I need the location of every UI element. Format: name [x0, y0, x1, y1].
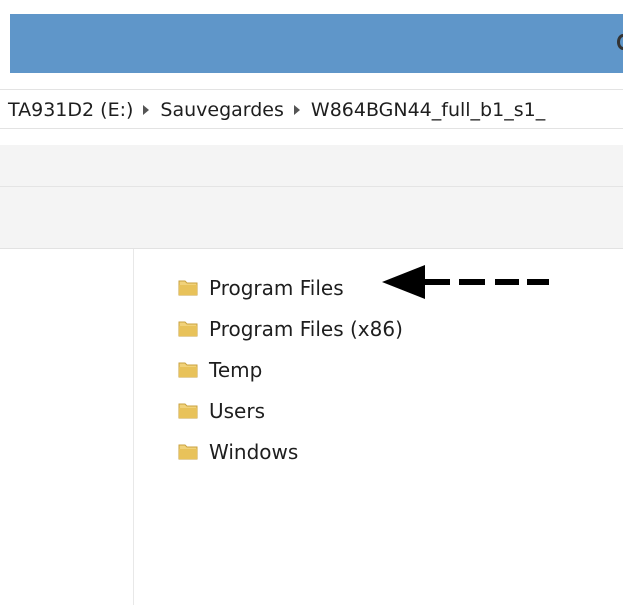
list-item-temp[interactable]: Temp	[178, 349, 598, 390]
breadcrumb-sauvegardes[interactable]: Sauvegardes	[160, 98, 284, 122]
file-name: Program Files	[209, 275, 344, 300]
column-header-band	[0, 187, 623, 249]
breadcrumb-backup-folder[interactable]: W864BGN44_full_b1_s1_	[311, 98, 545, 122]
navigation-pane-divider[interactable]	[133, 249, 134, 605]
left-arrow-icon	[382, 265, 549, 299]
file-explorer-window: TA931D2 (E:) Sauvegardes W864BGN44_full_b1…	[0, 0, 623, 605]
breadcrumb-separator-icon[interactable]	[143, 104, 150, 115]
list-item-program-files-x86[interactable]: Program Files (x86)	[178, 308, 598, 349]
folder-icon	[178, 403, 198, 419]
folder-icon	[178, 280, 198, 296]
file-name: Program Files (x86)	[209, 316, 403, 341]
folder-icon	[178, 444, 198, 460]
folder-icon	[178, 362, 198, 378]
breadcrumb-drive[interactable]: TA931D2 (E:)	[8, 98, 133, 122]
title-bar-caption-fragment	[617, 34, 623, 50]
breadcrumb: TA931D2 (E:) Sauvegardes W864BGN44_full_b1…	[8, 97, 545, 122]
list-item-windows[interactable]: Windows	[178, 431, 598, 472]
toolbar-band	[0, 145, 623, 187]
breadcrumb-separator-icon[interactable]	[293, 104, 300, 115]
address-bar[interactable]: TA931D2 (E:) Sauvegardes W864BGN44_full_b1…	[0, 89, 623, 129]
file-name: Windows	[209, 439, 299, 464]
list-item-users[interactable]: Users	[178, 390, 598, 431]
file-name: Users	[209, 398, 266, 423]
title-bar[interactable]	[10, 14, 623, 73]
folder-icon	[178, 321, 198, 337]
file-name: Temp	[209, 357, 263, 382]
